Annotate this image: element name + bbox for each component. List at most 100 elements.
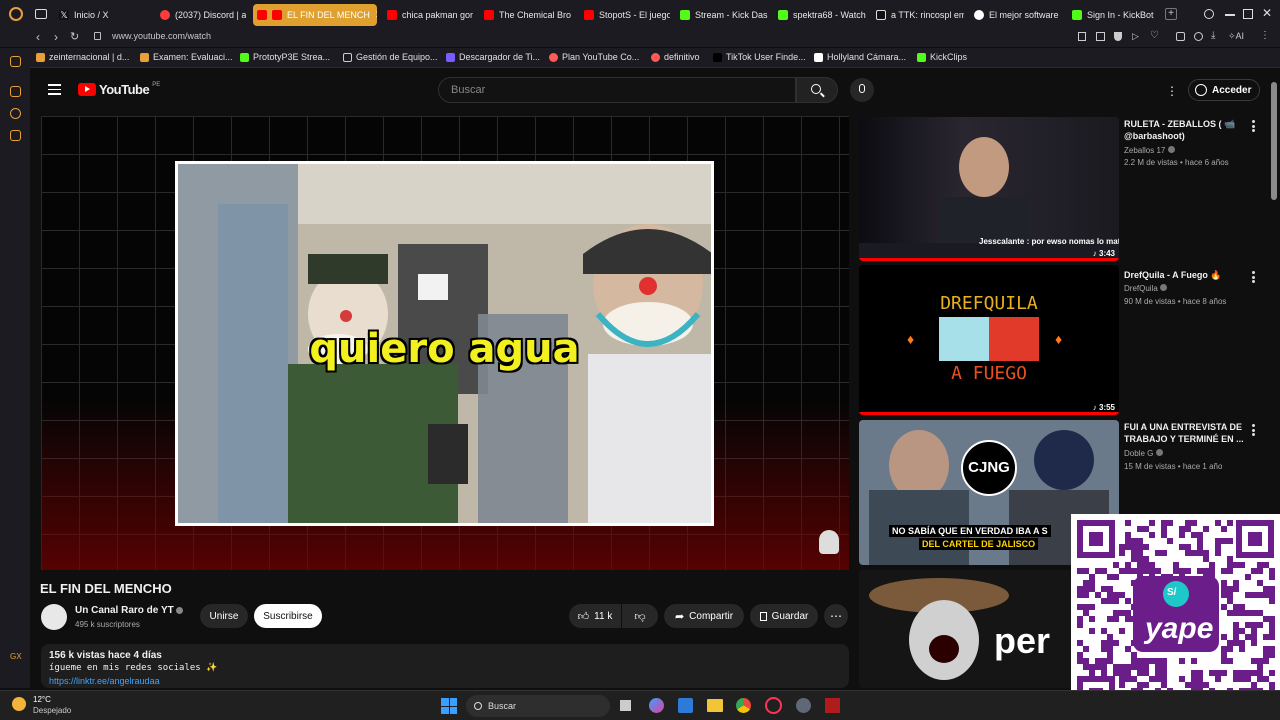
pinboard-icon[interactable] [10, 86, 21, 97]
gx-label[interactable]: GX [10, 652, 22, 661]
bookmark-label: KickClips [930, 52, 968, 62]
views-and-date: 156 k vistas hace 4 días [49, 650, 162, 661]
related-title[interactable]: DrefQuila - A Fuego 🔥 [1124, 269, 1244, 281]
related-channel[interactable]: Doble G [1124, 448, 1244, 460]
save-button[interactable]: Guardar [750, 604, 818, 628]
close-tab-icon[interactable]: ✕ [375, 10, 377, 21]
bookmark-item[interactable]: Plan YouTube Co... [549, 52, 639, 62]
copilot-icon[interactable] [649, 698, 664, 713]
thumbnail-text-line2: DEL CARTEL DE JALISCO [919, 538, 1039, 550]
minimize-icon[interactable] [1225, 14, 1235, 16]
bookmark-item[interactable]: TikTok User Finde... [713, 52, 806, 62]
snapshot-icon[interactable] [1096, 32, 1105, 41]
bookmark-item[interactable]: KickClips [917, 52, 967, 62]
task-view-icon[interactable] [620, 700, 631, 711]
weather-icon[interactable] [12, 697, 26, 711]
taskbar-search-box[interactable]: Buscar [466, 695, 610, 717]
bookmark-item[interactable]: Gestión de Equipo... [343, 52, 438, 62]
tab-discord[interactable]: (2037) Discord | a [156, 4, 246, 26]
tab-youtube[interactable]: chica pakman gor [383, 4, 473, 26]
maximize-icon[interactable] [1243, 9, 1253, 19]
related-thumbnail[interactable]: DREFQUILA ♦ ♦ A FUEGO ♪ 3:55 [859, 265, 1119, 415]
bookmark-item[interactable]: zeinternacional | d... [36, 52, 129, 62]
bookmark-item[interactable]: definitivo [651, 52, 700, 62]
like-button[interactable]: 👍︎ 11 k [569, 604, 621, 628]
file-explorer-icon[interactable] [707, 699, 723, 712]
bookmark-item[interactable]: PrototyP3E Strea... [240, 52, 330, 62]
download-icon[interactable]: ⤓ [1211, 30, 1215, 41]
description-link[interactable]: https://linktr.ee/angelraudaa [49, 675, 841, 688]
channel-watermark-icon[interactable] [819, 530, 839, 554]
tab-stopots[interactable]: StopotS - El juego [580, 4, 670, 26]
channel-name[interactable]: Un Canal Raro de YT [75, 605, 174, 616]
join-button[interactable]: Unirse [200, 604, 248, 628]
share-button[interactable]: ➦ Compartir [664, 604, 744, 628]
bookmark-icon [36, 52, 45, 62]
tab-youtube-active[interactable]: EL FIN DEL MENCH ✕ [253, 4, 377, 26]
easy-setup-icon[interactable] [1194, 32, 1203, 41]
page-scrollbar[interactable] [1271, 82, 1277, 200]
steam-icon[interactable] [796, 698, 811, 713]
dislike-button[interactable]: 👎︎ [622, 604, 658, 628]
browser-tab-bar: 𝕏 Inicio / X (2037) Discord | a EL FIN D… [0, 0, 1280, 29]
history-icon[interactable] [10, 108, 21, 119]
bookmark-item[interactable]: Descargador de Ti... [446, 52, 540, 62]
bookmark-item[interactable]: Hollyland Cámara... [814, 52, 906, 62]
player-icon[interactable]: ▷ [1132, 31, 1139, 42]
tab-overview-icon[interactable] [35, 9, 47, 19]
related-channel[interactable]: DrefQuila [1124, 283, 1244, 295]
tab-kick[interactable]: spektra68 - Watch [774, 4, 866, 26]
related-title[interactable]: RULETA - ZEBALLOS ( 📹 @barbashoot) [1124, 118, 1244, 142]
settings-kebab-icon[interactable]: ⋮ [1166, 84, 1178, 98]
tab-youtube[interactable]: The Chemical Bro [480, 4, 572, 26]
bookmark-page-icon[interactable] [1078, 32, 1086, 41]
related-thumbnail[interactable]: Jesscalante : por ewso nomas lo mataron … [859, 117, 1119, 261]
close-window-icon[interactable]: ✕ [1262, 6, 1272, 20]
related-title[interactable]: FUI A UNA ENTREVISTA DE TRABAJO Y TERMIN… [1124, 421, 1244, 445]
menu-icon[interactable]: ⋮ [1260, 30, 1270, 41]
more-actions-button[interactable]: ⋯ [824, 604, 848, 628]
new-tab-icon[interactable]: + [1165, 8, 1177, 20]
store-icon[interactable] [678, 698, 693, 713]
channel-avatar[interactable] [41, 604, 67, 630]
video-player[interactable]: quiero agua [41, 116, 849, 570]
search-button[interactable] [796, 77, 838, 103]
weather-text: Despejado [33, 706, 72, 715]
tab-tiktok[interactable]: a TTK: rincospl em [872, 4, 964, 26]
sign-in-button[interactable]: Acceder [1188, 79, 1260, 101]
start-button-icon[interactable] [441, 698, 457, 714]
chrome-icon[interactable] [736, 698, 751, 713]
extensions-icon[interactable] [1176, 32, 1185, 41]
tab-x[interactable]: 𝕏 Inicio / X [55, 4, 150, 26]
hamburger-menu-icon[interactable] [48, 84, 61, 95]
search-tabs-icon[interactable] [1204, 9, 1214, 19]
heart-icon[interactable]: ♡ [1150, 30, 1159, 41]
dota-icon[interactable] [825, 698, 840, 713]
search-input[interactable]: Buscar [438, 77, 796, 103]
related-more-icon[interactable] [1252, 120, 1256, 132]
back-icon[interactable]: ‹ [36, 30, 40, 44]
video-description[interactable]: 156 k vistas hace 4 días ígueme en mis r… [41, 644, 849, 688]
reload-icon[interactable]: ↻ [70, 30, 79, 43]
ai-button[interactable]: ✧AI [1228, 31, 1244, 42]
bookmark-item[interactable]: Examen: Evaluaci... [140, 52, 233, 62]
kick-icon [680, 10, 690, 20]
tab-software[interactable]: El mejor software [970, 4, 1062, 26]
extensions-sidebar-icon[interactable] [10, 130, 21, 141]
gx-control-icon[interactable] [10, 56, 21, 67]
related-more-icon[interactable] [1252, 271, 1256, 283]
opera-gx-logo-icon[interactable] [9, 7, 23, 21]
thumbs-up-icon: 👍︎ [577, 610, 590, 623]
related-channel[interactable]: Zeballos 17 [1124, 145, 1244, 157]
speaker-icon [257, 10, 267, 20]
tab-kick[interactable]: Stream - Kick Das [676, 4, 768, 26]
youtube-logo[interactable]: YouTube PE [78, 82, 160, 97]
subscribe-button[interactable]: Suscribirse [254, 604, 322, 628]
forward-icon[interactable]: › [54, 30, 58, 44]
related-more-icon[interactable] [1252, 424, 1256, 436]
tab-kickbot[interactable]: Sign In - KickBot [1068, 4, 1160, 26]
shield-icon[interactable] [1114, 32, 1122, 41]
voice-search-button[interactable] [850, 78, 874, 102]
opera-gx-taskbar-icon[interactable] [765, 697, 782, 714]
url-field[interactable]: www.youtube.com/watch [112, 31, 211, 41]
